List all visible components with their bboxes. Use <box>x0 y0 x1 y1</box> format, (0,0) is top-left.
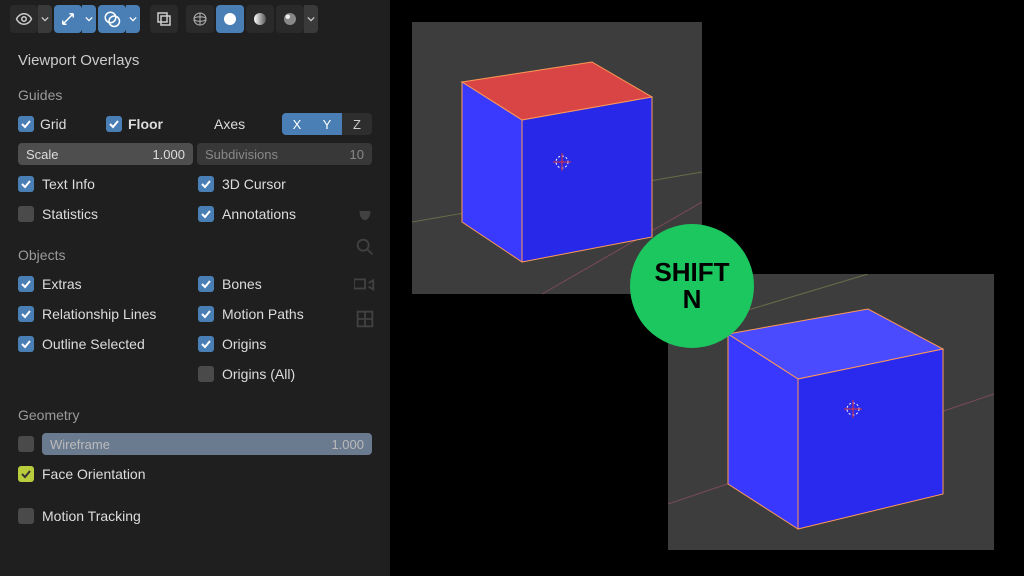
motion-tracking-label: Motion Tracking <box>42 508 141 524</box>
grid-label: Grid <box>40 116 66 132</box>
visibility-button[interactable] <box>10 5 38 33</box>
gizmo-dropdown[interactable] <box>82 5 96 33</box>
origins-label: Origins <box>222 336 266 352</box>
bones-label: Bones <box>222 276 262 292</box>
header-toolbar <box>0 0 390 38</box>
camera-icon[interactable] <box>354 272 376 294</box>
statistics-label: Statistics <box>42 206 98 222</box>
cursor-checkbox[interactable] <box>198 176 214 192</box>
grid-icon[interactable] <box>354 308 376 330</box>
outline-label: Outline Selected <box>42 336 145 352</box>
subdivisions-value: 10 <box>350 147 364 162</box>
origins-checkbox[interactable] <box>198 336 214 352</box>
motion-checkbox[interactable] <box>198 306 214 322</box>
xray-button[interactable] <box>150 5 178 33</box>
wireframe-label: Wireframe <box>50 437 110 452</box>
motion-label: Motion Paths <box>222 306 304 322</box>
viewport-side-icons <box>354 200 376 330</box>
overlays-button[interactable] <box>98 5 126 33</box>
subdivisions-label: Subdivisions <box>205 147 278 162</box>
axes-toggle-group: X Y Z <box>282 113 372 135</box>
visibility-dropdown[interactable] <box>38 5 52 33</box>
hand-icon[interactable] <box>354 200 376 222</box>
statistics-checkbox[interactable] <box>18 206 34 222</box>
bones-checkbox[interactable] <box>198 276 214 292</box>
panel-body: Viewport Overlays Guides Grid Floor Axes… <box>0 38 390 549</box>
geometry-section-title: Geometry <box>18 407 372 423</box>
zoom-icon[interactable] <box>354 236 376 258</box>
scale-value: 1.000 <box>152 147 185 162</box>
badge-line2: N <box>683 286 702 313</box>
extras-checkbox[interactable] <box>18 276 34 292</box>
textinfo-checkbox[interactable] <box>18 176 34 192</box>
floor-label: Floor <box>128 116 163 132</box>
wireframe-shading-button[interactable] <box>186 5 214 33</box>
shading-dropdown[interactable] <box>304 5 318 33</box>
guides-section-title: Guides <box>18 87 372 103</box>
rendered-shading-button[interactable] <box>276 5 304 33</box>
axes-label: Axes <box>214 116 245 132</box>
subdivisions-field[interactable]: Subdivisions 10 <box>197 143 372 165</box>
scale-field[interactable]: Scale 1.000 <box>18 143 193 165</box>
overlays-dropdown[interactable] <box>126 5 140 33</box>
extras-label: Extras <box>42 276 82 292</box>
floor-checkbox[interactable] <box>106 116 122 132</box>
axis-y-button[interactable]: Y <box>312 113 342 135</box>
origins-all-checkbox[interactable] <box>198 366 214 382</box>
relationship-checkbox[interactable] <box>18 306 34 322</box>
gizmo-button[interactable] <box>54 5 82 33</box>
origins-all-label: Origins (All) <box>222 366 295 382</box>
outline-checkbox[interactable] <box>18 336 34 352</box>
axis-x-button[interactable]: X <box>282 113 312 135</box>
scale-label: Scale <box>26 147 59 162</box>
wireframe-checkbox[interactable] <box>18 436 34 452</box>
axis-z-button[interactable]: Z <box>342 113 372 135</box>
objects-section-title: Objects <box>18 247 372 263</box>
annotations-label: Annotations <box>222 206 296 222</box>
panel-title: Viewport Overlays <box>18 52 372 69</box>
viewport-overlays-panel: Viewport Overlays Guides Grid Floor Axes… <box>0 0 390 576</box>
wireframe-value: 1.000 <box>331 437 364 452</box>
face-orientation-checkbox[interactable] <box>18 466 34 482</box>
solid-shading-button[interactable] <box>216 5 244 33</box>
badge-line1: SHIFT <box>654 259 729 286</box>
face-orientation-label: Face Orientation <box>42 466 146 482</box>
matprev-shading-button[interactable] <box>246 5 274 33</box>
wireframe-slider[interactable]: Wireframe 1.000 <box>42 433 372 455</box>
relationship-label: Relationship Lines <box>42 306 156 322</box>
grid-checkbox[interactable] <box>18 116 34 132</box>
shortcut-badge: SHIFT N <box>630 224 754 348</box>
cursor-label: 3D Cursor <box>222 176 286 192</box>
motion-tracking-checkbox[interactable] <box>18 508 34 524</box>
textinfo-label: Text Info <box>42 176 95 192</box>
annotations-checkbox[interactable] <box>198 206 214 222</box>
